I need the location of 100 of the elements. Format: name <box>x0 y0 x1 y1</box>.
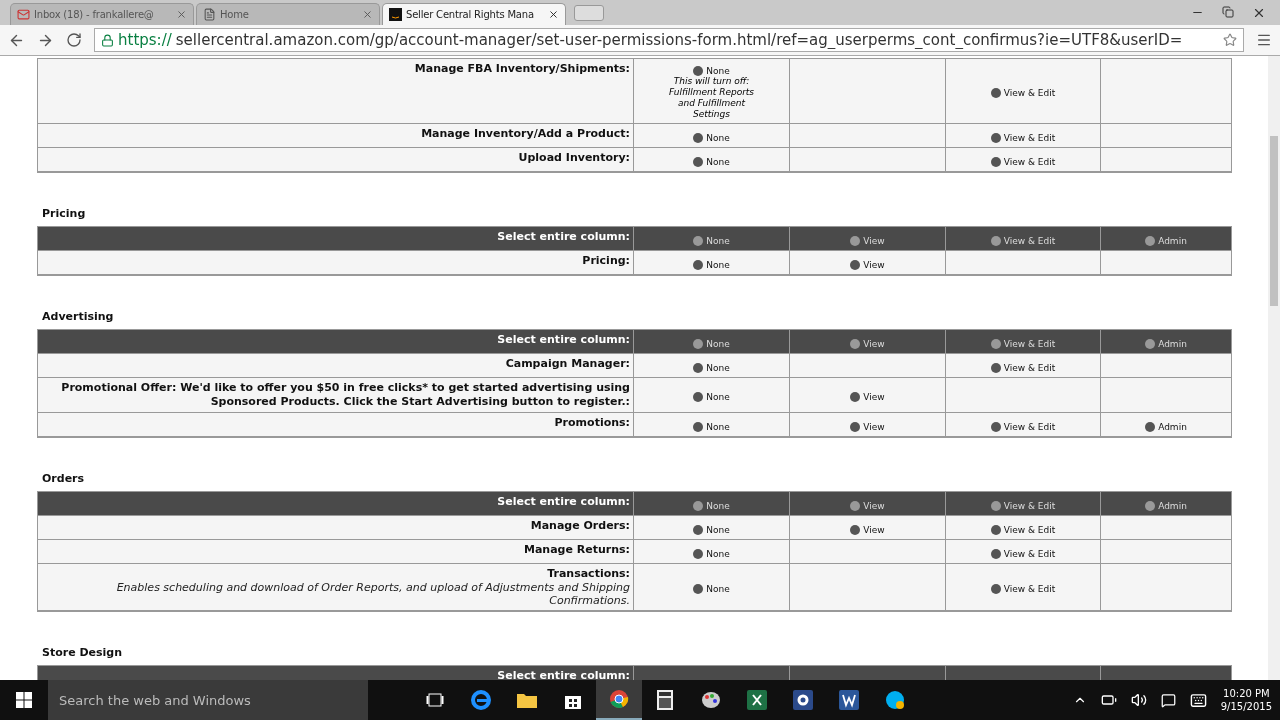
amazon-icon <box>389 8 402 21</box>
radio-option[interactable]: None <box>693 580 730 594</box>
radio-option[interactable]: View & Edit <box>990 496 1056 511</box>
close-icon[interactable] <box>548 9 559 20</box>
radio-option[interactable]: Admin <box>1145 417 1187 432</box>
radio-option[interactable]: View & Edit <box>990 84 1056 98</box>
radio-option[interactable]: None <box>693 152 730 167</box>
radio-option[interactable]: None <box>693 358 730 373</box>
browser-tab[interactable]: Seller Central Rights Mana <box>382 3 566 25</box>
option-label: None <box>706 524 730 535</box>
radio-option[interactable]: View <box>850 496 885 511</box>
restore-icon[interactable] <box>1222 5 1234 18</box>
radio-option[interactable]: None <box>693 231 730 246</box>
search-field[interactable]: Search the web and Windows <box>48 680 368 720</box>
option-label: View <box>863 259 885 270</box>
radio-icon <box>990 88 1001 98</box>
radio-icon <box>693 259 704 270</box>
radio-option[interactable]: Admin <box>1145 231 1187 246</box>
radio-icon <box>850 235 861 246</box>
radio-icon <box>693 156 704 167</box>
notification-icon[interactable] <box>1160 692 1176 708</box>
date-text: 9/15/2015 <box>1220 700 1272 713</box>
radio-icon <box>850 500 861 511</box>
speaker-icon[interactable] <box>1130 692 1147 708</box>
radio-option[interactable]: View & Edit <box>990 520 1056 535</box>
option-label: View & Edit <box>1003 132 1056 143</box>
radio-option[interactable]: None <box>693 62 730 76</box>
radio-option[interactable]: View & Edit <box>990 358 1056 373</box>
radio-option[interactable]: None <box>693 128 730 143</box>
radio-option[interactable]: View <box>850 417 885 432</box>
radio-icon <box>990 362 1001 373</box>
radio-option[interactable]: None <box>693 255 730 270</box>
radio-option[interactable]: None <box>693 544 730 559</box>
option-label: View & Edit <box>1003 235 1056 246</box>
option-label: View & Edit <box>1003 88 1056 98</box>
radio-icon <box>693 584 704 594</box>
radio-option[interactable]: View <box>850 255 885 270</box>
radio-icon <box>1145 338 1156 349</box>
radio-icon <box>693 392 704 402</box>
palette-icon <box>701 691 721 709</box>
radio-option[interactable]: Admin <box>1145 496 1187 511</box>
radio-option[interactable]: View <box>850 520 885 535</box>
radio-icon <box>990 500 1001 511</box>
browser-tab[interactable]: Home <box>196 3 380 25</box>
option-label: View & Edit <box>1003 524 1056 535</box>
radio-option[interactable]: Admin <box>1145 334 1187 349</box>
section-title: Advertising <box>41 309 115 325</box>
windows-icon <box>16 692 32 708</box>
radio-option[interactable]: View & Edit <box>990 580 1056 594</box>
option-label: None <box>706 392 730 402</box>
radio-option[interactable]: View & Edit <box>990 231 1056 246</box>
header-label: Select entire column: <box>497 669 630 680</box>
address-bar[interactable]: https:// sellercentral.amazon.com/gp/account-manager/set-user-permissions-form.html/ref=ag_userperms_cont_confirmus?ie=UTF8&userID= <box>94 28 1244 52</box>
radio-option[interactable]: View <box>850 231 885 246</box>
radio-icon <box>693 132 704 143</box>
star-icon[interactable] <box>1223 33 1237 47</box>
permission-label: Manage Orders: <box>530 519 630 533</box>
option-label: Admin <box>1158 338 1187 349</box>
scrollbar-thumb[interactable] <box>1270 136 1278 306</box>
radio-option[interactable]: None <box>693 388 730 402</box>
section-title: Orders <box>41 471 86 487</box>
reload-icon[interactable] <box>66 32 82 48</box>
radio-option[interactable]: None <box>693 520 730 535</box>
radio-option[interactable]: View <box>850 388 885 402</box>
battery-icon[interactable] <box>1100 692 1117 708</box>
header-label: Select entire column: <box>497 495 630 509</box>
url-text: sellercentral.amazon.com/gp/account-manager/set-user-permissions-form.html/ref=ag_userperms_cont_confirmus?ie=UTF8&userID= <box>175 31 1184 49</box>
radio-option[interactable]: View <box>850 334 885 349</box>
option-label: None <box>706 66 730 76</box>
radio-option[interactable]: View & Edit <box>990 544 1056 559</box>
radio-option[interactable]: View & Edit <box>990 417 1056 432</box>
browser-tab[interactable]: Inbox (18) - frankallere@ <box>10 3 194 25</box>
radio-option[interactable]: View & Edit <box>990 152 1056 167</box>
radio-option[interactable]: None <box>693 417 730 432</box>
permission-label: Pricing: <box>582 254 630 268</box>
taskbar-app[interactable] <box>596 680 642 720</box>
radio-icon <box>1145 500 1156 511</box>
word-icon <box>839 690 859 710</box>
option-label: View <box>863 235 885 246</box>
radio-icon <box>990 338 1001 349</box>
keyboard-icon[interactable] <box>1189 691 1207 709</box>
option-label: None <box>706 338 730 349</box>
option-label: View & Edit <box>1003 338 1056 349</box>
option-label: Admin <box>1158 235 1187 246</box>
radio-option[interactable]: None <box>693 334 730 349</box>
radio-icon <box>850 338 861 349</box>
excel-icon <box>747 690 767 710</box>
lock-icon <box>101 33 114 47</box>
menu-icon[interactable] <box>1256 32 1272 48</box>
edge-icon <box>471 690 491 710</box>
radio-icon <box>693 338 704 349</box>
radio-icon <box>990 584 1001 594</box>
clock[interactable]: 10:20 PM 9/15/2015 <box>1220 687 1272 713</box>
option-label: None <box>706 235 730 246</box>
radio-icon <box>693 500 704 511</box>
radio-option[interactable]: None <box>693 496 730 511</box>
radio-option[interactable]: View & Edit <box>990 334 1056 349</box>
radio-option[interactable]: View & Edit <box>990 128 1056 143</box>
header-label: Select entire column: <box>497 333 630 347</box>
chrome-icon <box>609 689 629 709</box>
